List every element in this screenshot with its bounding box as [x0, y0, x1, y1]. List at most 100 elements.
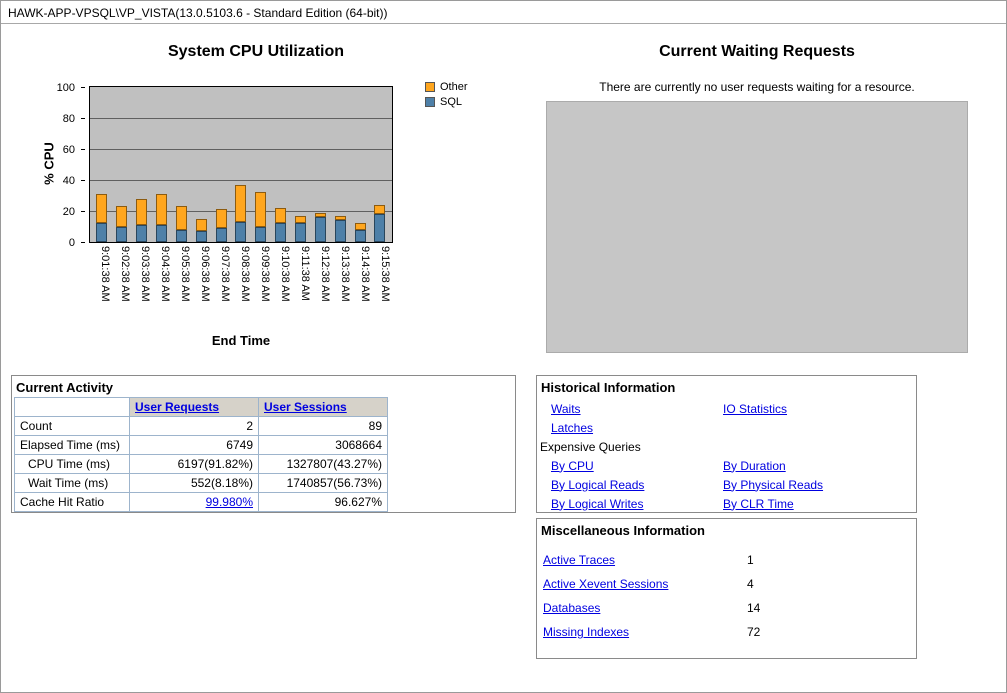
other-segment — [235, 185, 246, 222]
sql-segment — [315, 217, 326, 242]
user-sessions-value: 96.627% — [259, 493, 388, 512]
performance-dashboard: HAWK-APP-VPSQL\VP_VISTA(13.0.5103.6 - St… — [0, 0, 1007, 693]
misc-item: Missing Indexes 72 — [537, 620, 916, 644]
user-requests-value: 2 — [130, 417, 259, 436]
row-label: Count — [15, 417, 130, 436]
sql-segment — [196, 231, 207, 242]
link-by-logical-reads[interactable]: By Logical Reads — [551, 478, 644, 492]
legend-item: SQL — [425, 96, 468, 108]
link-by-clr-time[interactable]: By CLR Time — [723, 497, 794, 511]
historical-row: By CPU By Duration — [537, 456, 916, 475]
historical-links: Waits IO Statistics Latches Expensive Queri… — [537, 397, 916, 513]
misc-item-label: Active Traces — [543, 551, 747, 569]
cpu-bars — [90, 87, 392, 242]
x-tick-label: 9:15:38 AM — [371, 246, 391, 328]
link-active-xevent-sessions[interactable]: Active Xevent Sessions — [543, 577, 668, 591]
user-requests-header-cell: User Requests — [130, 398, 259, 417]
historical-row: Latches — [537, 418, 916, 437]
user-sessions-value: 1327807(43.27%) — [259, 455, 388, 474]
user-sessions-column-link[interactable]: User Sessions — [264, 400, 347, 414]
link-active-traces[interactable]: Active Traces — [543, 553, 615, 567]
x-tick-label: 9:14:38 AM — [351, 246, 371, 328]
other-segment — [156, 194, 167, 225]
y-tick-mark — [81, 87, 85, 88]
historical-information-title: Historical Information — [537, 376, 916, 397]
y-tick-label: 20 — [49, 206, 75, 218]
link-by-logical-writes[interactable]: By Logical Writes — [551, 497, 643, 511]
cpu-chart-xlabels: 9:01:38 AM9:02:38 AM9:03:38 AM9:04:38 AM… — [89, 246, 393, 328]
user-sessions-value: 89 — [259, 417, 388, 436]
sql-segment — [176, 230, 187, 242]
link-latches[interactable]: Latches — [551, 421, 593, 435]
historical-row: Expensive Queries — [537, 437, 916, 456]
link-waits[interactable]: Waits — [551, 402, 581, 416]
x-tick-label: 9:02:38 AM — [111, 246, 131, 328]
misc-item: Active Xevent Sessions 4 — [537, 572, 916, 596]
x-tick-label: 9:06:38 AM — [191, 246, 211, 328]
x-tick-label: 9:10:38 AM — [271, 246, 291, 328]
cpu-bar — [315, 213, 326, 242]
other-segment — [196, 219, 207, 231]
table-header-row: User Requests User Sessions — [15, 398, 388, 417]
misc-item-value: 14 — [747, 601, 760, 615]
cpu-bar — [116, 206, 127, 242]
misc-list: Active Traces1Active Xevent Sessions4Dat… — [537, 540, 916, 644]
misc-item-value: 72 — [747, 625, 760, 639]
x-tick-label: 9:03:38 AM — [131, 246, 151, 328]
cpu-bar — [136, 199, 147, 242]
cpu-bar — [295, 216, 306, 242]
cpu-bar — [96, 194, 107, 242]
historical-col1: Latches — [537, 419, 723, 437]
link-by-duration[interactable]: By Duration — [723, 459, 786, 473]
waiting-requests-empty-box — [546, 101, 968, 353]
sql-segment — [116, 227, 127, 243]
other-legend-swatch — [425, 82, 435, 92]
cpu-bar — [275, 208, 286, 242]
current-activity-table-body: Count289Elapsed Time (ms)67493068664CPU … — [15, 417, 388, 512]
historical-row: By Logical Writes By CLR Time — [537, 494, 916, 513]
cpu-chart-title: System CPU Utilization — [56, 43, 456, 61]
cpu-bar — [335, 216, 346, 242]
sql-segment — [136, 225, 147, 242]
cpu-bar — [374, 205, 385, 242]
historical-information-panel: Historical Information Waits IO Statistic… — [536, 375, 917, 513]
sql-segment — [156, 225, 167, 242]
link-missing-indexes[interactable]: Missing Indexes — [543, 625, 629, 639]
cpu-bar — [216, 209, 227, 242]
user-requests-value: 6749 — [130, 436, 259, 455]
sql-segment — [295, 223, 306, 242]
current-activity-panel: Current Activity User Requests User Sess… — [11, 375, 516, 513]
historical-col2: By CLR Time — [723, 495, 916, 513]
link-by-physical-reads[interactable]: By Physical Reads — [723, 478, 823, 492]
link-io-statistics[interactable]: IO Statistics — [723, 402, 787, 416]
miscellaneous-information-title: Miscellaneous Information — [537, 519, 916, 540]
user-sessions-value: 1740857(56.73%) — [259, 474, 388, 493]
server-title: HAWK-APP-VPSQL\VP_VISTA(13.0.5103.6 - St… — [8, 6, 388, 20]
historical-col2: By Duration — [723, 457, 916, 475]
y-tick-mark — [81, 118, 85, 119]
x-tick-label: 9:13:38 AM — [331, 246, 351, 328]
link-databases[interactable]: Databases — [543, 601, 600, 615]
cache-hit-ratio-link[interactable]: 99.980% — [206, 495, 253, 509]
link-by-cpu[interactable]: By CPU — [551, 459, 594, 473]
historical-col1: Expensive Queries — [537, 440, 723, 454]
table-corner-cell — [15, 398, 130, 417]
user-requests-value: 6197(91.82%) — [130, 455, 259, 474]
user-requests-value: 552(8.18%) — [130, 474, 259, 493]
y-tick-mark — [81, 149, 85, 150]
user-sessions-header-cell: User Sessions — [259, 398, 388, 417]
misc-item-label: Missing Indexes — [543, 623, 747, 641]
cpu-chart-yticks: 020406080100 — [47, 86, 85, 243]
legend-item: Other — [425, 81, 468, 93]
waiting-requests-title: Current Waiting Requests — [546, 43, 968, 61]
other-segment — [216, 209, 227, 228]
y-tick-label: 60 — [49, 144, 75, 156]
row-label: CPU Time (ms) — [15, 455, 130, 474]
header-divider — [1, 23, 1006, 24]
user-requests-column-link[interactable]: User Requests — [135, 400, 219, 414]
legend-label: SQL — [440, 96, 462, 108]
misc-item-value: 4 — [747, 577, 754, 591]
other-segment — [275, 208, 286, 224]
table-row: Elapsed Time (ms)67493068664 — [15, 436, 388, 455]
historical-row: Waits IO Statistics — [537, 399, 916, 418]
